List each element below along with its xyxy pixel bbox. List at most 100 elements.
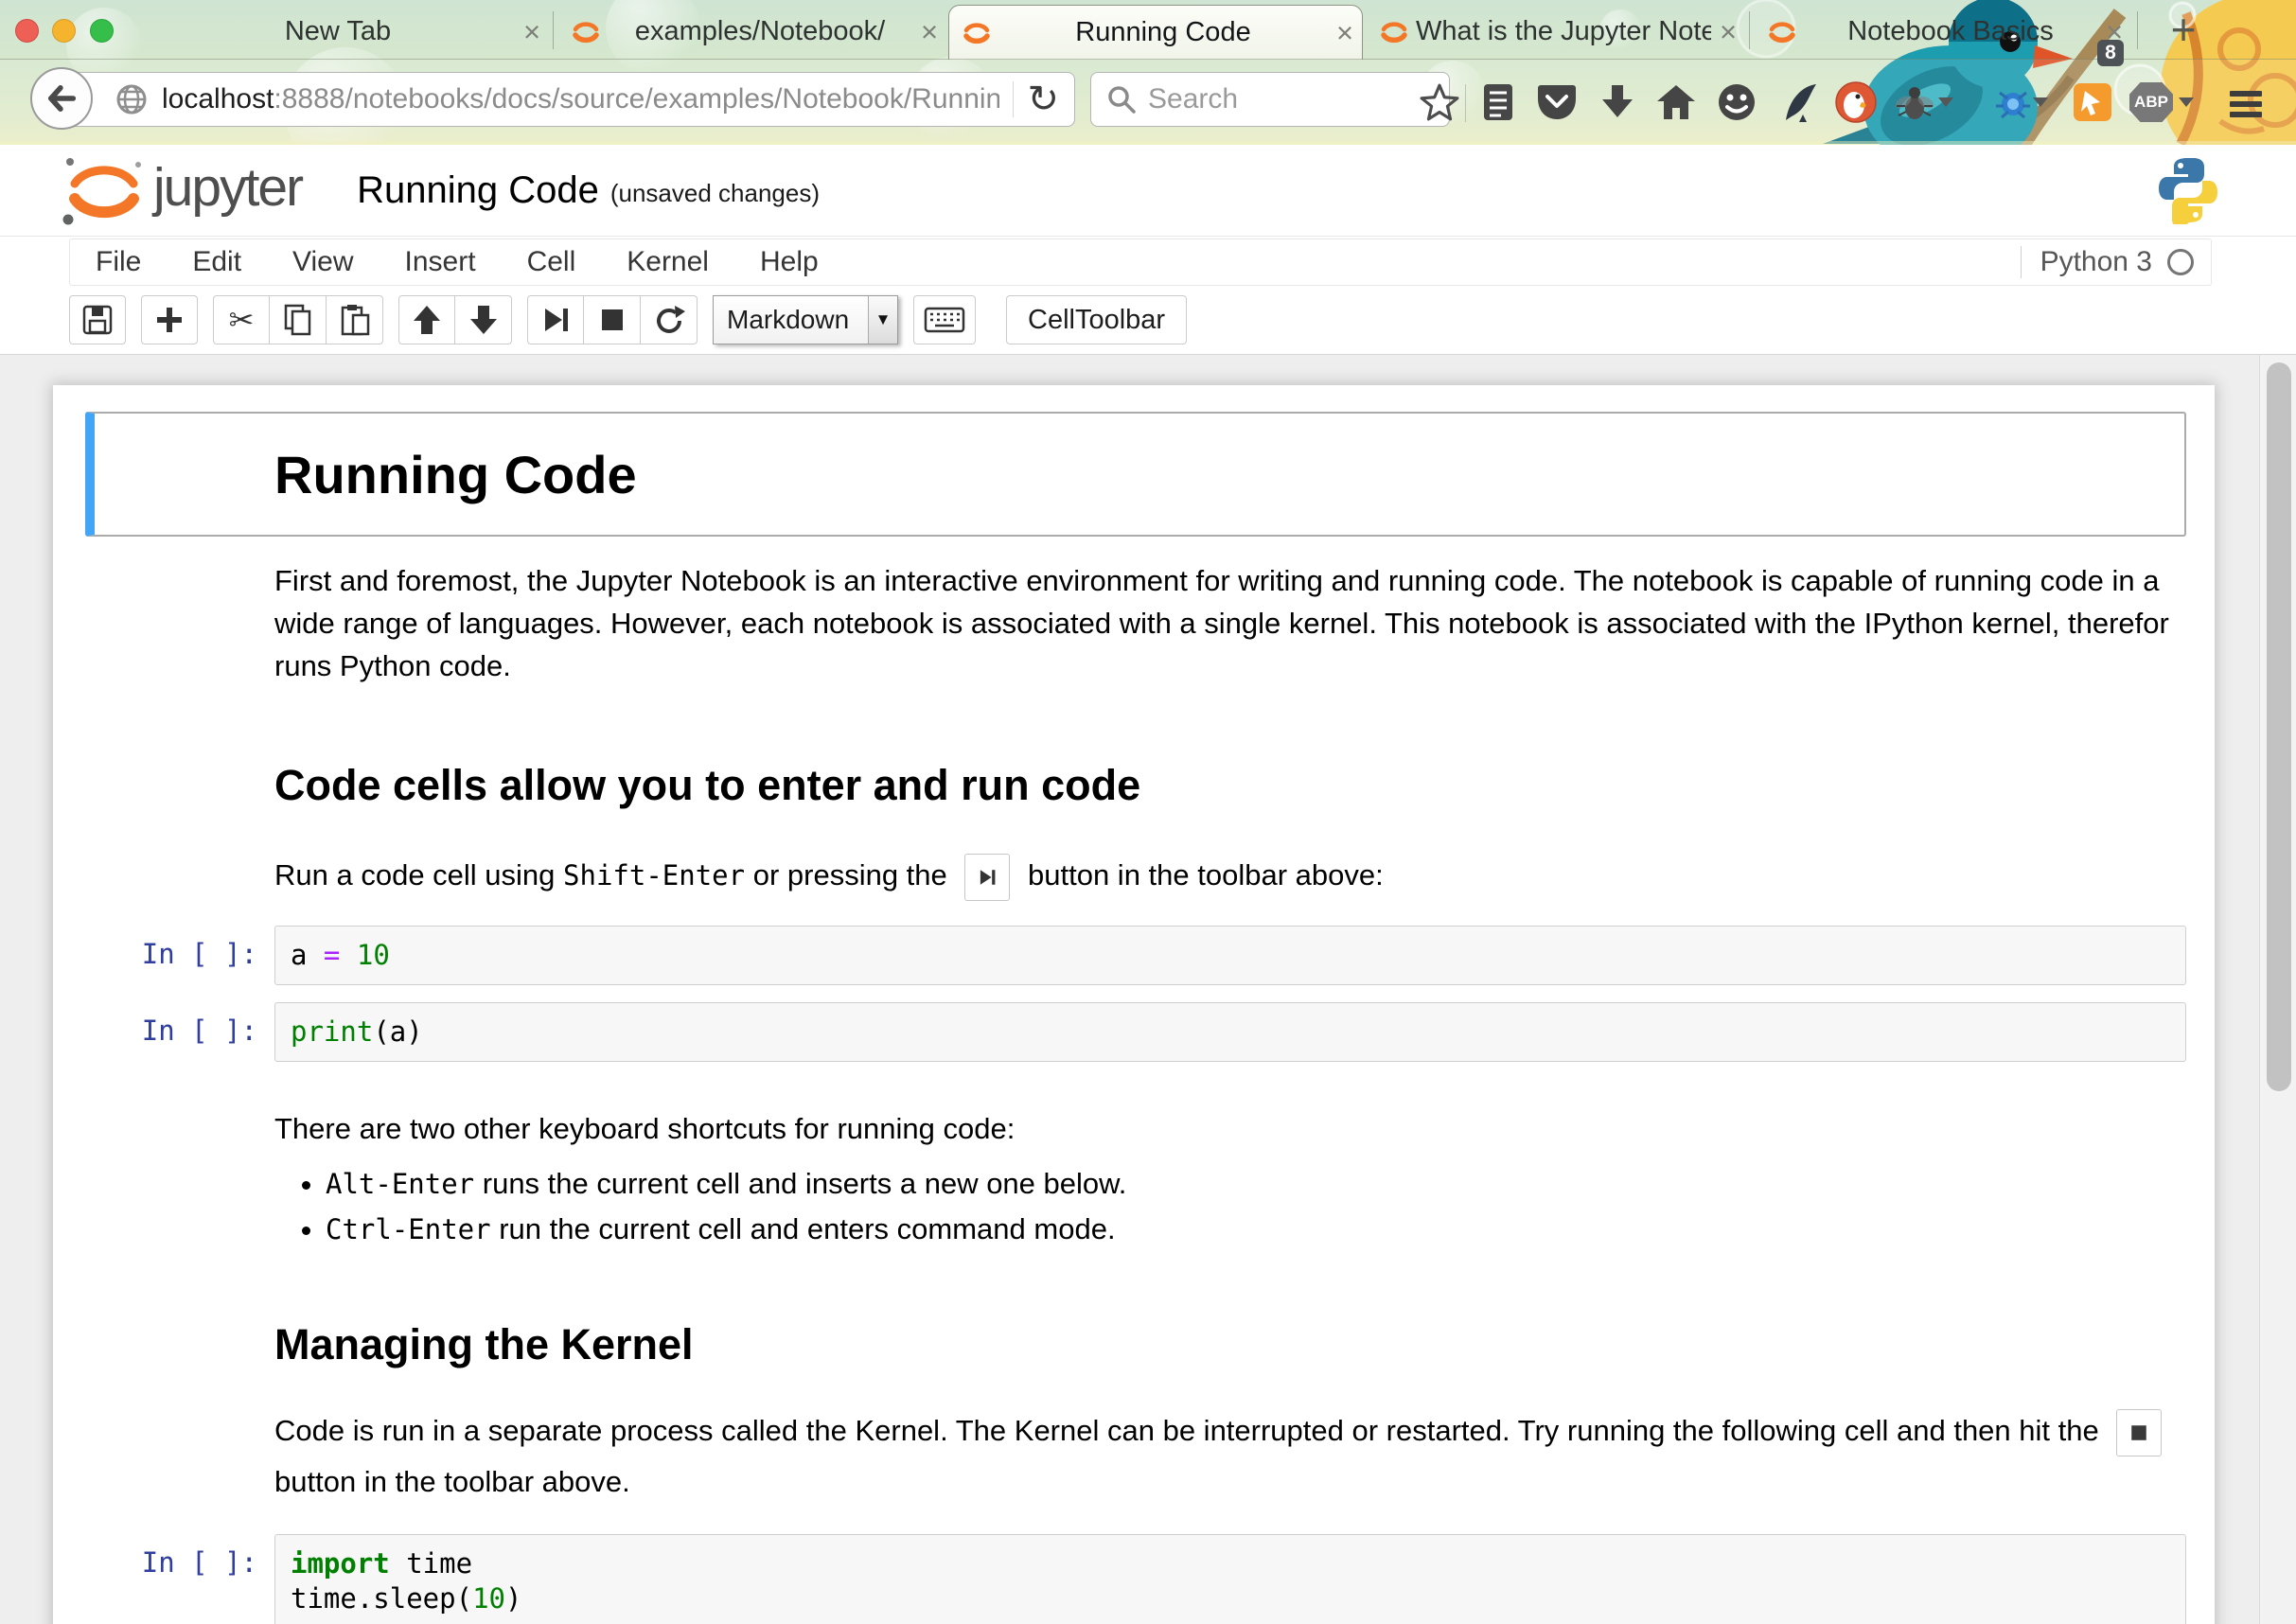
pocket-button[interactable] xyxy=(1535,80,1579,124)
bug-addon-button[interactable] xyxy=(1991,80,2035,124)
window-close-button[interactable] xyxy=(15,19,39,43)
tab-bar: New Tab × examples/Notebook/ × Running C… xyxy=(0,0,2296,59)
duckduckgo-button[interactable] xyxy=(1834,80,1878,124)
menu-icon xyxy=(2230,91,2262,97)
menu-insert[interactable]: Insert xyxy=(380,246,502,278)
notebook-h1: Running Code xyxy=(274,444,637,505)
quill-button[interactable] xyxy=(1777,80,1821,124)
addon-badge: 8 xyxy=(2097,40,2124,66)
kernel-idle-icon xyxy=(2167,249,2194,275)
interrupt-kernel-button[interactable] xyxy=(584,295,641,344)
tab-close-icon[interactable]: × xyxy=(912,5,946,59)
feedback-smiley-button[interactable] xyxy=(1715,80,1758,124)
adblock-plus-dropdown-caret[interactable] xyxy=(2179,97,2194,107)
tab-running-code-active[interactable]: Running Code × xyxy=(948,5,1363,60)
menu-edit[interactable]: Edit xyxy=(167,246,267,278)
paste-cell-button[interactable] xyxy=(327,295,383,344)
tab-close-icon[interactable]: × xyxy=(1328,6,1362,60)
back-button[interactable] xyxy=(30,67,93,130)
keyboard-icon xyxy=(924,304,965,336)
cell-type-select[interactable]: Markdown ▼ xyxy=(713,295,898,344)
url-bar[interactable]: localhost:8888/notebooks/docs/source/exa… xyxy=(61,72,1075,127)
orange-star-addon-icon xyxy=(2072,81,2113,123)
selected-markdown-cell[interactable]: Running Code xyxy=(85,412,2186,537)
page-scrollbar-track[interactable] xyxy=(2259,355,2296,1624)
run-cell-button[interactable] xyxy=(527,295,584,344)
window-minimize-button[interactable] xyxy=(52,19,76,43)
kernel-indicator: Python 3 xyxy=(2021,246,2211,278)
menu-file[interactable]: File xyxy=(70,246,167,278)
code-line: import time xyxy=(291,1546,2170,1581)
reading-list-button[interactable] xyxy=(1476,80,1520,124)
fly-addon-button[interactable] xyxy=(1893,80,1936,124)
downloads-button[interactable] xyxy=(1596,80,1639,124)
run-text-post: button in the toolbar above: xyxy=(1019,858,1383,891)
copy-icon xyxy=(282,304,314,336)
tab-close-icon[interactable]: × xyxy=(1711,5,1745,59)
code-input-area[interactable]: a = 10 xyxy=(274,926,2186,985)
toolbar-separator xyxy=(1465,84,1466,122)
kernel-text-pre: Code is run in a separate process called… xyxy=(274,1414,2107,1447)
python-logo-icon xyxy=(2158,156,2218,224)
copy-cell-button[interactable] xyxy=(270,295,327,344)
window-zoom-button[interactable] xyxy=(90,19,114,43)
tab-label: examples/Notebook/ xyxy=(608,16,912,47)
list-item: Alt-Enter runs the current cell and inse… xyxy=(326,1163,2186,1205)
save-icon xyxy=(81,304,114,336)
run-instructions-paragraph: Run a code cell using Shift-Enter or pre… xyxy=(85,850,2186,901)
url-host: localhost xyxy=(162,83,274,115)
select-arrow-strip: ▼ xyxy=(868,296,897,344)
jupyter-favicon xyxy=(1378,16,1410,48)
bug-addon-dropdown-caret[interactable] xyxy=(2033,97,2048,107)
celltoolbar-button[interactable]: CellToolbar xyxy=(1006,295,1187,344)
notebook-title[interactable]: Running Code xyxy=(357,169,599,212)
star-addon-button[interactable] xyxy=(2071,80,2114,124)
tab-label: What is the Jupyter Notebook xyxy=(1416,16,1711,47)
pocket-icon xyxy=(1537,83,1577,121)
code-cell-3: In [ ]: import time time.sleep(10) xyxy=(85,1534,2186,1624)
menu-button[interactable] xyxy=(2230,80,2273,130)
code-input-area[interactable]: import time time.sleep(10) xyxy=(274,1534,2186,1624)
menu-cell[interactable]: Cell xyxy=(502,246,602,278)
run-icon xyxy=(539,304,572,336)
restart-kernel-button[interactable] xyxy=(641,295,698,344)
move-cell-down-button[interactable] xyxy=(455,295,512,344)
adblock-plus-button[interactable]: ABP xyxy=(2129,80,2173,124)
home-icon xyxy=(1656,83,1696,121)
input-prompt: In [ ]: xyxy=(85,926,274,985)
kernel-divider xyxy=(2021,246,2022,278)
jupyter-logo[interactable]: jupyter xyxy=(59,150,302,230)
bookmark-star-button[interactable] xyxy=(1418,80,1461,124)
search-icon xyxy=(1106,84,1137,115)
code-input-area[interactable]: print(a) xyxy=(274,1002,2186,1062)
menu-view[interactable]: View xyxy=(267,246,379,278)
cut-cell-button[interactable]: ✂ xyxy=(213,295,270,344)
home-button[interactable] xyxy=(1654,80,1698,124)
command-palette-button[interactable] xyxy=(913,295,976,344)
search-placeholder: Search xyxy=(1148,83,1238,115)
abp-icon: ABP xyxy=(2129,82,2173,122)
page-scrollbar-thumb[interactable] xyxy=(2267,362,2291,1091)
search-bar[interactable]: Search xyxy=(1090,72,1450,127)
tab-label: New Tab xyxy=(161,16,515,47)
quill-icon xyxy=(1780,82,1818,122)
paste-icon xyxy=(339,304,371,336)
reload-button[interactable]: ↻ xyxy=(1027,80,1059,118)
cell-type-selected: Markdown xyxy=(727,305,849,335)
fly-addon-dropdown-caret[interactable] xyxy=(1938,97,1953,107)
insert-cell-button[interactable] xyxy=(141,295,198,344)
run-text-mid: or pressing the xyxy=(745,858,955,891)
move-cell-up-button[interactable] xyxy=(398,295,455,344)
jupyter-logo-text: jupyter xyxy=(153,156,302,219)
menu-bar: File Edit View Insert Cell Kernel Help P… xyxy=(69,238,2212,286)
tab-examples-notebook[interactable]: examples/Notebook/ × xyxy=(558,5,946,59)
tab-new-tab[interactable]: New Tab × xyxy=(161,5,549,59)
new-tab-button[interactable]: + xyxy=(2160,2,2207,57)
menu-help[interactable]: Help xyxy=(734,246,844,278)
tab-close-icon[interactable]: × xyxy=(515,5,549,59)
tab-notebook-basics[interactable]: Notebook Basics × xyxy=(1755,5,2131,59)
notebook-container: Running Code First and foremost, the Jup… xyxy=(53,385,2215,1624)
tab-what-is-jupyter[interactable]: What is the Jupyter Notebook × xyxy=(1367,5,1745,59)
save-button[interactable] xyxy=(69,295,126,344)
menu-kernel[interactable]: Kernel xyxy=(601,246,734,278)
